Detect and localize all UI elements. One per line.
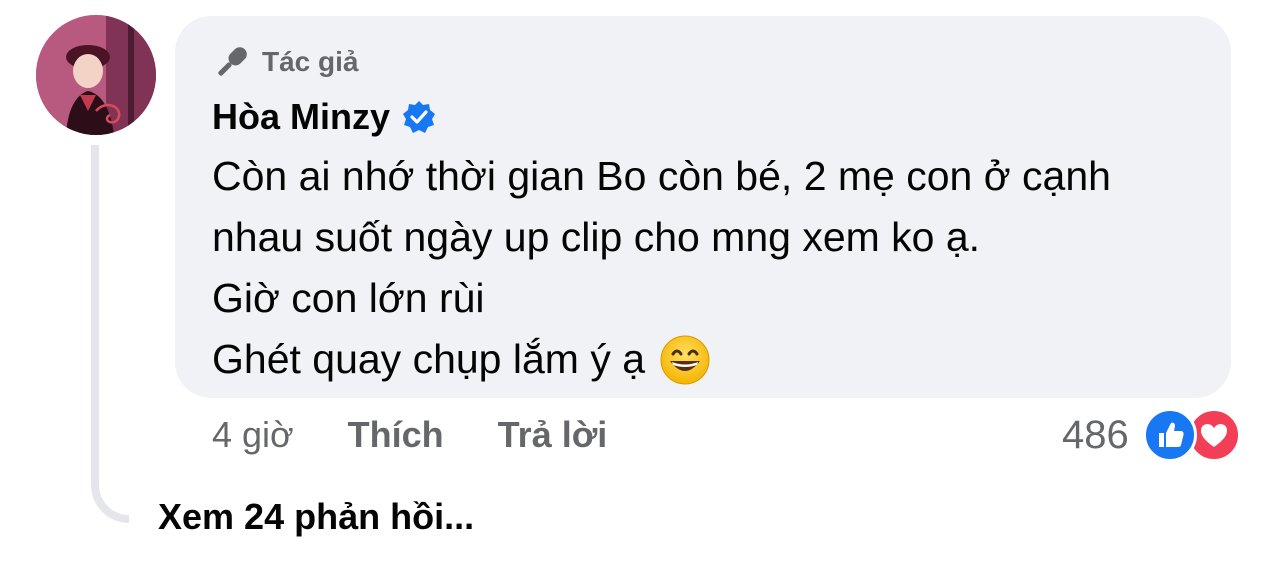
author-name[interactable]: Hòa Minzy xyxy=(212,96,390,138)
comment-text-line: nhau suốt ngày up clip cho mng xem ko ạ. xyxy=(212,214,981,260)
author-name-row: Hòa Minzy xyxy=(212,96,436,138)
avatar[interactable] xyxy=(36,15,156,135)
comment-text-line: Giờ con lớn rùi xyxy=(212,275,485,321)
like-button[interactable]: Thích xyxy=(348,414,444,456)
timestamp[interactable]: 4 giờ xyxy=(212,414,294,456)
grinning-face-emoji-icon xyxy=(660,335,710,384)
comment-actions: 4 giờ Thích Trả lời xyxy=(212,414,607,456)
microphone-icon xyxy=(218,47,247,76)
comment-thread: Tác giả Hòa Minzy Còn ai nhớ thời gian B… xyxy=(0,0,1280,573)
comment-text: Còn ai nhớ thời gian Bo còn bé, 2 mẹ con… xyxy=(212,146,1212,390)
reply-button[interactable]: Trả lời xyxy=(498,414,608,456)
comment-text-line: Còn ai nhớ thời gian Bo còn bé, 2 mẹ con… xyxy=(212,153,1111,199)
verified-badge-icon xyxy=(403,101,436,133)
reaction-count: 486 xyxy=(1062,412,1129,457)
like-icon xyxy=(1142,408,1197,462)
author-badge: Tác giả xyxy=(212,42,358,82)
comment-text-line-last: Ghét quay chụp lắm ý ạ xyxy=(212,329,1212,390)
view-replies-link[interactable]: Xem 24 phản hồi... xyxy=(158,496,474,538)
comment-text-line: Ghét quay chụp lắm ý ạ xyxy=(212,336,646,382)
reaction-summary[interactable]: 486 xyxy=(1062,408,1241,462)
thread-connector-line xyxy=(91,145,129,523)
author-badge-label: Tác giả xyxy=(262,46,359,77)
